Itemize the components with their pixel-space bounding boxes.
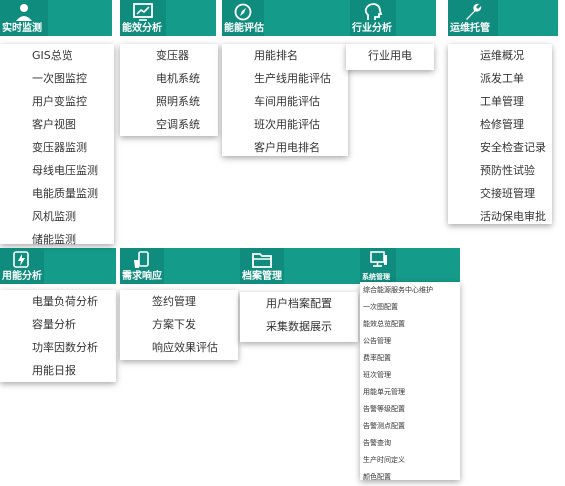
nav-tab-realtime-monitoring[interactable]: 实时监测 (0, 0, 48, 36)
menu-item-power-factor[interactable]: 功率因数分析 (0, 336, 116, 359)
menu-item-fan-monitor[interactable]: 风机监测 (0, 205, 114, 228)
dropdown-operations: 运维概况 派发工单 工单管理 检修管理 安全检查记录 预防性试验 交接班管理 活… (448, 44, 552, 224)
menu-item-substation-monitor[interactable]: 用户变监控 (0, 90, 114, 113)
menu-item-motor-system[interactable]: 电机系统 (120, 67, 218, 90)
menu-item-user-archive[interactable]: 用户档案配置 (240, 292, 358, 315)
menu-item-ops-overview[interactable]: 运维概况 (448, 44, 552, 67)
menu-item-contract-management[interactable]: 签约管理 (120, 290, 238, 313)
menu-item-transformer-monitor[interactable]: 变压器监测 (0, 136, 114, 159)
menu-item-energy-unit-management[interactable]: 用能单元管理 (360, 384, 460, 401)
menu-item-activity-approval[interactable]: 活动保电审批 (448, 205, 552, 228)
menu-item-industry-power[interactable]: 行业用电 (346, 44, 434, 67)
menu-item-rate-config[interactable]: 费率配置 (360, 350, 460, 367)
menu-item-bus-voltage[interactable]: 母线电压监测 (0, 159, 114, 182)
menu-item-capacity-analysis[interactable]: 容量分析 (0, 313, 116, 336)
nav-tab-label: 实时监测 (2, 23, 42, 34)
menu-item-primary-diagram[interactable]: 一次图监控 (0, 67, 114, 90)
menu-item-shift-handover[interactable]: 交接班管理 (448, 182, 552, 205)
menu-item-load-analysis[interactable]: 电量负荷分析 (0, 290, 116, 313)
nav-tab-demand-response[interactable]: 需求响应 (120, 248, 164, 284)
dropdown-industry-analysis: 行业用电 (346, 44, 434, 70)
menu-item-gis-overview[interactable]: GIS总览 (0, 44, 114, 67)
menu-item-workshop-evaluation[interactable]: 车间用能评估 (222, 90, 348, 113)
menu-item-data-display[interactable]: 采集数据展示 (240, 315, 358, 338)
menu-item-primary-diagram-config[interactable]: 一次图配置 (360, 299, 460, 316)
nav-tab-label: 需求响应 (122, 271, 162, 282)
dropdown-system-management: 综合能源服务中心维护 一次图配置 能效总览配置 公告管理 费率配置 班次管理 用… (360, 282, 460, 481)
dropdown-archive-management: 用户档案配置 采集数据展示 (240, 292, 358, 342)
menu-item-daily-report[interactable]: 用能日报 (0, 359, 116, 382)
menu-item-energy-ranking[interactable]: 用能排名 (222, 44, 348, 67)
nav-tab-label: 系统管理 (362, 273, 390, 281)
nav-tab-archive-management[interactable]: 档案管理 (240, 248, 284, 284)
nav-tab-energy-evaluation[interactable]: 能能评估 (222, 0, 264, 36)
menu-item-alarm-level-config[interactable]: 告警等级配置 (360, 401, 460, 418)
nav-tab-label: 能效分析 (122, 23, 162, 34)
menu-item-customer-view[interactable]: 客户视图 (0, 113, 114, 136)
menu-item-safety-records[interactable]: 安全检查记录 (448, 136, 552, 159)
menu-item-line-evaluation[interactable]: 生产线用能评估 (222, 67, 348, 90)
menu-item-customer-ranking[interactable]: 客户用电排名 (222, 136, 348, 159)
nav-tab-label: 行业分析 (352, 23, 392, 34)
menu-item-shift-management[interactable]: 班次管理 (360, 367, 460, 384)
menu-item-preventive-test[interactable]: 预防性试验 (448, 159, 552, 182)
nav-tab-label: 运维托管 (450, 23, 490, 34)
dropdown-demand-response: 签约管理 方案下发 响应效果评估 (120, 290, 238, 360)
menu-item-plan-dispatch[interactable]: 方案下发 (120, 313, 238, 336)
menu-item-color-config[interactable]: 颜色配置 (360, 469, 460, 486)
menu-item-efficiency-overview-config[interactable]: 能效总览配置 (360, 316, 460, 333)
nav-tab-operations[interactable]: 运维托管 (448, 0, 498, 36)
menu-item-shift-evaluation[interactable]: 班次用能评估 (222, 113, 348, 136)
menu-item-production-time[interactable]: 生产时间定义 (360, 452, 460, 469)
nav-tab-label: 用能分析 (2, 271, 42, 282)
menu-item-alarm-query[interactable]: 告警查询 (360, 435, 460, 452)
nav-tab-label: 档案管理 (242, 271, 282, 282)
menu-item-lighting-system[interactable]: 照明系统 (120, 90, 218, 113)
menu-item-alarm-point-config[interactable]: 告警测点配置 (360, 418, 460, 435)
menu-item-response-evaluation[interactable]: 响应效果评估 (120, 336, 238, 359)
menu-item-order-management[interactable]: 工单管理 (448, 90, 552, 113)
menu-item-transformer[interactable]: 变压器 (120, 44, 218, 67)
menu-item-hvac-system[interactable]: 空调系统 (120, 113, 218, 136)
menu-item-power-quality[interactable]: 电能质量监测 (0, 182, 114, 205)
menu-item-dispatch-order[interactable]: 派发工单 (448, 67, 552, 90)
dropdown-realtime-monitoring: GIS总览 一次图监控 用户变监控 客户视图 变压器监测 母线电压监测 电能质量… (0, 44, 114, 246)
dropdown-energy-evaluation: 用能排名 生产线用能评估 车间用能评估 班次用能评估 客户用电排名 (222, 44, 348, 156)
monitor-icon (368, 251, 388, 269)
nav-tab-system-management[interactable]: 系统管理 (360, 248, 396, 284)
dropdown-energy-analysis: 电量负荷分析 容量分析 功率因数分析 用能日报 (0, 290, 116, 382)
menu-item-energy-center-maintenance[interactable]: 综合能源服务中心维护 (360, 282, 460, 299)
menu-item-maintenance[interactable]: 检修管理 (448, 113, 552, 136)
nav-tab-label: 能能评估 (224, 23, 264, 34)
menu-item-announcement-management[interactable]: 公告管理 (360, 333, 460, 350)
nav-tab-efficiency-analysis[interactable]: 能效分析 (120, 0, 166, 36)
dropdown-efficiency-analysis: 变压器 电机系统 照明系统 空调系统 (120, 44, 218, 136)
nav-tab-energy-analysis[interactable]: 用能分析 (0, 248, 44, 284)
nav-tab-industry-analysis[interactable]: 行业分析 (350, 0, 396, 36)
